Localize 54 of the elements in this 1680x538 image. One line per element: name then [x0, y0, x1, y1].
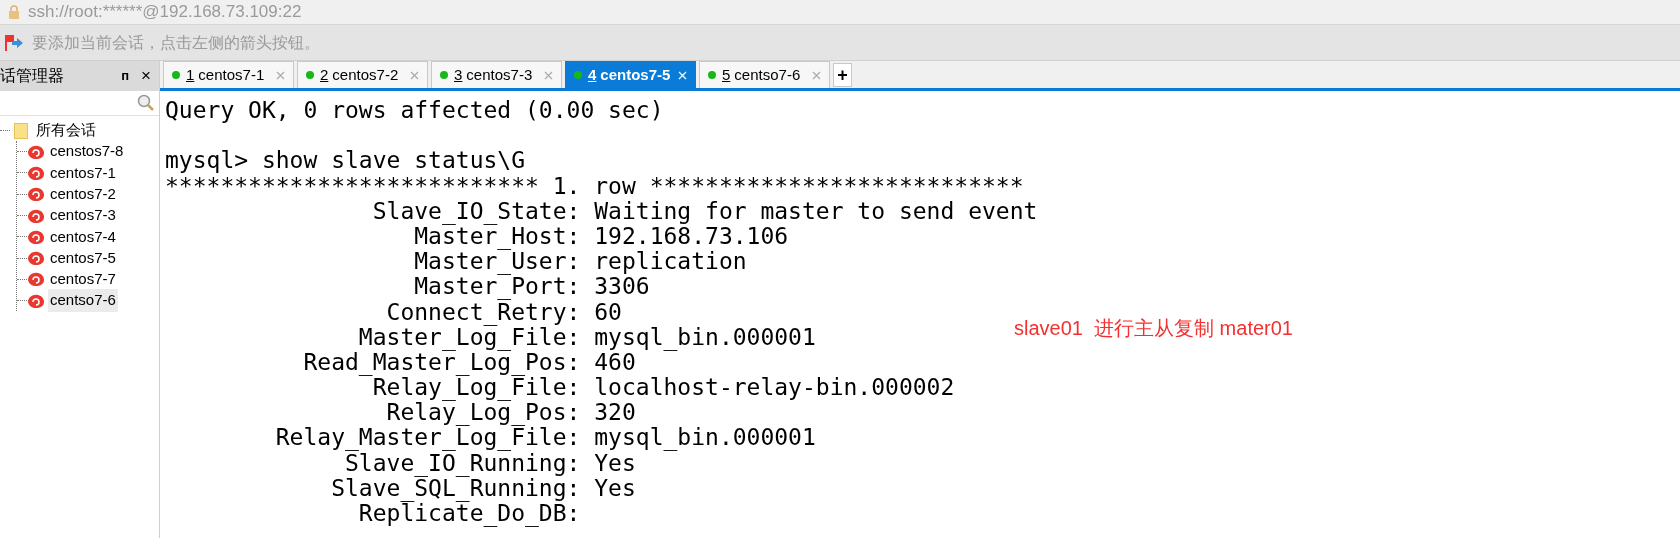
tree-item[interactable]: centos7-1	[48, 161, 118, 185]
tab[interactable]: 4 centos7-5	[565, 61, 696, 88]
window-title: ssh://root:******@192.168.73.109:22	[28, 1, 302, 24]
search-icon[interactable]	[137, 94, 155, 112]
terminal-line: *************************** 1. row ***************************	[165, 172, 1024, 198]
tab[interactable]: 1 centos7-1	[163, 61, 294, 88]
tab[interactable]: 3 centos7-3	[431, 61, 562, 88]
close-icon[interactable]	[410, 70, 419, 80]
tree-item[interactable]: centos7-7	[48, 268, 118, 291]
folder-icon	[14, 122, 28, 139]
terminal-line: Master_Port: 3306	[413, 273, 650, 299]
tab-number: 4	[588, 64, 597, 85]
tab-label: centso7-6	[734, 64, 802, 85]
tree-item[interactable]: centos7-2	[48, 183, 118, 206]
new-tab-button[interactable]: +	[833, 63, 852, 87]
tab-number: 2	[320, 64, 329, 85]
tab-label: centos7-1	[198, 64, 266, 85]
terminal-line: Query OK, 0 rows affected (0.00 sec)	[165, 97, 664, 123]
terminal-line: mysql> show slave status\G	[165, 147, 526, 173]
close-icon[interactable]	[544, 70, 553, 80]
lock-icon	[8, 5, 20, 19]
swirl-icon	[27, 207, 45, 224]
swirl-icon	[27, 250, 45, 267]
swirl-icon	[27, 186, 45, 203]
tab-number: 5	[722, 64, 731, 85]
panel-title: 话管理器	[0, 66, 64, 86]
tree-item[interactable]: centos7-3	[48, 204, 118, 227]
tree-item[interactable]: centos7-5	[48, 246, 118, 270]
close-icon[interactable]	[812, 70, 821, 80]
tree-item[interactable]: centos7-4	[48, 225, 118, 249]
swirl-icon	[27, 143, 45, 160]
tree-item[interactable]: 所有会话	[36, 119, 96, 142]
arrow-flag-icon	[4, 32, 24, 53]
close-button[interactable]: ×	[141, 63, 151, 89]
tab-label: centos7-5	[600, 64, 672, 85]
terminal-line: Connect_Retry: 60	[386, 298, 622, 324]
terminal-line: Slave_IO_State: Waiting for master to send event	[371, 197, 1038, 223]
tab-number: 3	[454, 64, 463, 85]
tab[interactable]: 5 centso7-6	[699, 61, 830, 88]
swirl-icon	[27, 228, 45, 245]
tree-item[interactable]: centso7-6	[48, 289, 118, 312]
pin-button[interactable]: ᴨ	[121, 66, 130, 86]
swirl-icon	[27, 271, 45, 288]
annotation-text: slave01 进行主从复制 mater01	[1014, 316, 1293, 341]
tab-label: centos7-3	[466, 64, 534, 85]
toolbar-message: 要添加当前会话，点击左侧的箭头按钮。	[32, 32, 320, 53]
terminal-line: Master_User: replication	[413, 248, 747, 274]
swirl-icon	[27, 292, 45, 309]
close-icon[interactable]	[276, 70, 285, 80]
tab[interactable]: 2 centos7-2	[297, 61, 428, 88]
tree-item[interactable]: censtos7-8	[48, 140, 126, 163]
tab-label: centos7-2	[332, 64, 400, 85]
swirl-icon	[27, 164, 45, 181]
tab-number: 1	[186, 64, 195, 85]
